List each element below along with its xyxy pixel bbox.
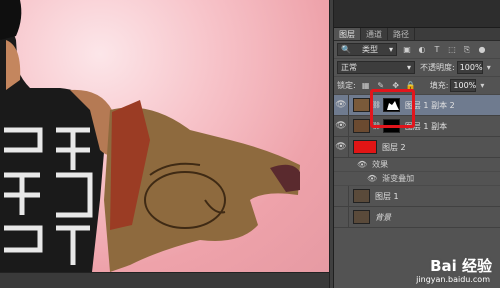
layer-row-layer1-copy[interactable]: 👁 ⛓ 图层 1 副本: [334, 115, 500, 137]
layer-row-background[interactable]: 背景: [334, 206, 500, 228]
eye-off-icon[interactable]: [334, 185, 349, 207]
tab-channels[interactable]: 通道: [361, 28, 388, 40]
effects-label: 效果: [372, 160, 389, 169]
layer-name: 背景: [375, 212, 391, 222]
layer-thumbnail: [353, 140, 377, 154]
chevron-down-icon: ▾: [406, 63, 411, 72]
lock-row: 锁定: ▦ ✎ ✥ 🔒 填充: 100% ▾: [334, 77, 500, 95]
eye-icon[interactable]: 👁: [334, 115, 349, 137]
document-canvas[interactable]: [0, 0, 333, 272]
chevron-down-icon: ▾: [388, 45, 393, 54]
eye-icon[interactable]: 👁: [367, 174, 377, 183]
filter-row: 🔍 类型 ▾ ▣ ◐ T ⬚ ⎘ ●: [334, 41, 500, 59]
layer-name: 图层 2: [382, 142, 406, 152]
blend-mode-select[interactable]: 正常 ▾: [337, 61, 415, 74]
gradient-overlay-row[interactable]: 👁 渐变叠加: [334, 172, 500, 186]
layer-thumbnail: [353, 210, 370, 224]
shape-filter-icon[interactable]: ⬚: [447, 45, 457, 55]
panel-header: [334, 0, 500, 28]
mask-highlight-annotation: [370, 89, 415, 128]
layer-thumbnail: [353, 98, 370, 112]
blend-mode-value: 正常: [341, 63, 357, 72]
layers-panel: 图层 通道 路径 🔍 类型 ▾ ▣ ◐ T ⬚ ⎘ ● 正常 ▾ 不透明度: 1…: [333, 0, 500, 288]
effects-row[interactable]: 👁 效果: [334, 158, 500, 172]
watermark-url: jingyan.baidu.com: [416, 275, 490, 284]
layer-row-layer1-copy2[interactable]: 👁 ⛓ 图层 1 副本 2: [334, 94, 500, 116]
eye-icon[interactable]: 👁: [357, 160, 367, 169]
status-bar: [0, 272, 333, 288]
type-filter-icon[interactable]: T: [432, 45, 442, 55]
tab-layers[interactable]: 图层: [334, 28, 361, 40]
kind-filter-value: 类型: [361, 45, 378, 54]
kind-filter-select[interactable]: 🔍 类型 ▾: [337, 43, 397, 56]
layer-row-layer2[interactable]: 👁 图层 2: [334, 136, 500, 158]
tab-paths[interactable]: 路径: [388, 28, 415, 40]
image-filter-icon[interactable]: ▣: [402, 45, 412, 55]
opacity-label: 不透明度:: [420, 63, 455, 72]
canvas-artwork: [0, 0, 300, 272]
gradient-overlay-label: 渐变叠加: [382, 174, 415, 183]
chevron-down-icon[interactable]: ▾: [477, 81, 487, 91]
fill-input[interactable]: 100%: [450, 79, 477, 92]
search-icon: 🔍: [341, 45, 351, 54]
fill-label: 填充:: [429, 81, 449, 90]
chevron-down-icon[interactable]: ▾: [484, 63, 494, 73]
blend-row: 正常 ▾ 不透明度: 100% ▾: [334, 59, 500, 77]
adjustment-filter-icon[interactable]: ◐: [417, 45, 427, 55]
lock-transparent-icon[interactable]: ▦: [361, 81, 371, 91]
eye-icon[interactable]: 👁: [334, 94, 349, 116]
watermark-brand: Bai 经验: [430, 257, 492, 275]
panel-tabs: 图层 通道 路径: [334, 28, 500, 41]
opacity-input[interactable]: 100%: [456, 61, 483, 74]
eye-icon[interactable]: 👁: [334, 136, 349, 158]
baidu-watermark: Bai 经验 jingyan.baidu.com: [416, 255, 492, 284]
layer-row-layer1[interactable]: 图层 1: [334, 185, 500, 207]
eye-off-icon[interactable]: [334, 206, 349, 228]
layer-thumbnail: [353, 189, 370, 203]
layer-name: 图层 1: [375, 191, 399, 201]
smart-object-filter-icon[interactable]: ⎘: [462, 45, 472, 55]
layer-thumbnail: [353, 119, 370, 133]
lock-label: 锁定:: [337, 81, 356, 90]
filter-toggle-icon[interactable]: ●: [477, 45, 487, 55]
